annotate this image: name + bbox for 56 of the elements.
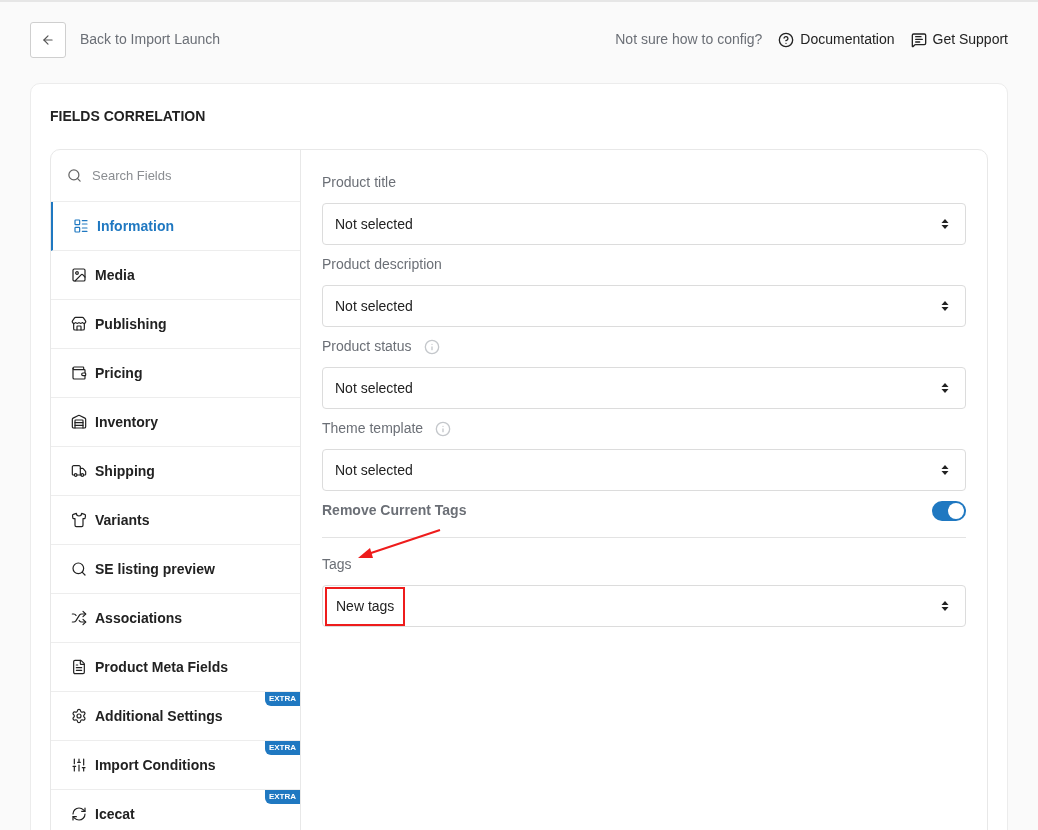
section-title: FIELDS CORRELATION xyxy=(50,107,207,126)
help-icon xyxy=(778,31,795,48)
sidebar-item[interactable]: Variants xyxy=(51,496,300,545)
sliders-icon xyxy=(71,757,87,773)
chat-icon xyxy=(910,31,927,48)
extra-badge: EXTRA xyxy=(264,692,300,706)
sort-icon xyxy=(941,382,949,394)
search-icon xyxy=(67,168,82,183)
document-icon xyxy=(71,659,87,675)
search-field[interactable]: Search Fields xyxy=(92,165,284,186)
shuffle-icon xyxy=(71,610,87,626)
select-dropdown[interactable]: Not selected xyxy=(322,367,966,409)
search-icon xyxy=(71,561,87,577)
sidebar-item[interactable]: Publishing xyxy=(51,300,300,349)
shirt-icon xyxy=(71,512,87,528)
select-dropdown[interactable]: Not selected xyxy=(322,449,966,491)
sort-icon xyxy=(941,300,949,312)
list-icon xyxy=(73,218,89,234)
help-hint: Not sure how to config? xyxy=(615,30,763,49)
wallet-icon xyxy=(71,365,87,381)
extra-badge: EXTRA xyxy=(264,741,300,755)
image-icon xyxy=(71,267,87,283)
sidebar-item[interactable]: Additional Settings EXTRA xyxy=(51,692,300,741)
sidebar-item[interactable]: Product Meta Fields xyxy=(51,643,300,692)
documentation-link[interactable]: Documentation xyxy=(778,29,895,50)
field-label: Product status xyxy=(322,337,412,356)
settings-icon xyxy=(71,708,87,724)
select-dropdown[interactable]: Not selected xyxy=(322,285,966,327)
field-label: Tags xyxy=(322,555,352,574)
refresh-icon xyxy=(71,806,87,822)
warehouse-icon xyxy=(71,414,87,430)
select-dropdown[interactable]: New tags xyxy=(322,585,966,627)
back-label: Back to Import Launch xyxy=(80,30,221,49)
sidebar-item[interactable]: Information xyxy=(51,202,300,251)
select-dropdown[interactable]: Not selected xyxy=(322,203,966,245)
sort-icon xyxy=(941,464,949,476)
field-label: Product description xyxy=(322,255,442,274)
sidebar-item[interactable]: Icecat EXTRA xyxy=(51,790,300,830)
sidebar-item[interactable]: Media xyxy=(51,251,300,300)
sort-icon xyxy=(941,600,949,612)
highlighted-value: New tags xyxy=(325,586,406,626)
sort-icon xyxy=(941,218,949,230)
extra-badge: EXTRA xyxy=(264,790,300,804)
field-label: Theme template xyxy=(322,419,424,438)
sidebar-item[interactable]: Inventory xyxy=(51,398,300,447)
support-link[interactable]: Get Support xyxy=(910,29,1008,50)
toggle-switch[interactable] xyxy=(932,500,966,521)
sidebar-item[interactable]: Shipping xyxy=(51,447,300,496)
sidebar-item[interactable]: SE listing preview xyxy=(51,545,300,594)
field-label: Product title xyxy=(322,173,396,192)
truck-icon xyxy=(71,463,87,479)
sidebar-item[interactable]: Associations xyxy=(51,594,300,643)
field-label: Remove Current Tags xyxy=(322,501,467,520)
store-icon xyxy=(71,316,87,332)
sidebar-item[interactable]: Import Conditions EXTRA xyxy=(51,741,300,790)
sidebar-item[interactable]: Pricing xyxy=(51,349,300,398)
